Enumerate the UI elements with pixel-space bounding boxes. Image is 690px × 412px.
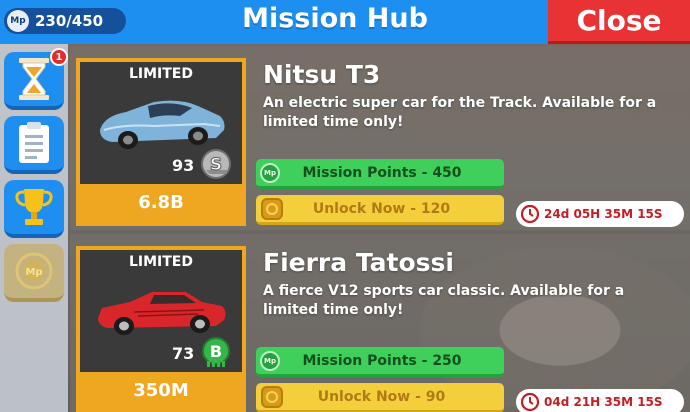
car-nitsu-t3-image xyxy=(100,100,225,149)
class-s-badge-icon: S xyxy=(201,149,231,179)
car-image: LIMITED 93 S xyxy=(80,62,242,184)
countdown-timer: 24d 05H 35M 15S xyxy=(516,201,684,227)
unlock-now-button[interactable]: Unlock Now - 90 xyxy=(256,383,504,412)
header-bar: Mp 230/450 Mission Hub Close xyxy=(0,0,690,44)
clock-icon xyxy=(520,204,540,224)
car-name: Nitsu T3 xyxy=(263,60,381,89)
car-level: 93 xyxy=(172,156,195,175)
unlock-now-button[interactable]: Unlock Now - 120 xyxy=(256,195,504,225)
timer-value: 24d 05H 35M 15S xyxy=(544,207,663,221)
sidebar-item-clipboard[interactable] xyxy=(4,116,64,174)
clipboard-icon xyxy=(19,122,49,163)
car-level: 73 xyxy=(172,344,195,363)
mp-icon: Mp xyxy=(7,10,29,32)
mission-points-value: 230/450 xyxy=(35,12,104,30)
mp-icon: Mp xyxy=(260,350,280,371)
mission-card-nitsu-t3: LIMITED 93 S 6.8B Nitsu T3 An electric s… xyxy=(70,46,690,230)
car-name: Fierra Tatossi xyxy=(263,248,454,277)
car-fierra-tatossi-image xyxy=(98,292,226,335)
limited-badge: LIMITED xyxy=(128,66,193,82)
car-description: A fierce V12 sports car classic. Availab… xyxy=(263,283,625,318)
car-price: 6.8B xyxy=(138,192,184,213)
close-button[interactable]: Close xyxy=(548,0,690,44)
limited-badge: LIMITED xyxy=(128,254,193,270)
mission-points-button[interactable]: Mp Mission Points - 450 xyxy=(256,159,504,189)
sidebar-item-mission-points[interactable]: Mp xyxy=(4,244,64,302)
clock-icon xyxy=(520,392,540,412)
unlock-label: Unlock Now - 120 xyxy=(312,200,451,217)
mission-points-button[interactable]: Mp Mission Points - 250 xyxy=(256,347,504,377)
countdown-timer: 04d 21H 35M 15S xyxy=(516,389,684,412)
trophy-icon xyxy=(15,189,53,225)
mission-points-label: Mission Points - 450 xyxy=(302,164,462,181)
class-b-badge-icon: B xyxy=(202,337,230,367)
mission-card-fierra-tatossi: LIMITED 73 B 350M Fierra Tatossi A fierc… xyxy=(70,234,690,412)
notification-badge: 1 xyxy=(50,48,68,66)
car-description: An electric super car for the Track. Ava… xyxy=(263,95,657,130)
timer-value: 04d 21H 35M 15S xyxy=(544,395,663,409)
page-title: Mission Hub xyxy=(242,3,428,34)
mission-points-counter: Mp 230/450 xyxy=(4,8,126,34)
class-letter: S xyxy=(210,155,222,175)
hourglass-icon xyxy=(19,58,49,100)
coin-icon xyxy=(261,197,283,220)
unlock-label: Unlock Now - 90 xyxy=(317,388,446,405)
sidebar-item-trophy[interactable] xyxy=(4,180,64,238)
mp-icon: Mp xyxy=(15,252,53,290)
mp-icon: Mp xyxy=(260,162,280,183)
class-letter: B xyxy=(210,342,222,361)
coin-icon xyxy=(261,385,283,408)
car-image-frame: LIMITED 93 S 6.8B xyxy=(76,58,246,226)
mp-icon-label: Mp xyxy=(25,267,42,278)
car-price: 350M xyxy=(133,380,189,401)
mission-points-label: Mission Points - 250 xyxy=(302,352,462,369)
car-image: LIMITED 73 B xyxy=(80,250,242,372)
car-image-frame: LIMITED 73 B 350M xyxy=(76,246,246,412)
